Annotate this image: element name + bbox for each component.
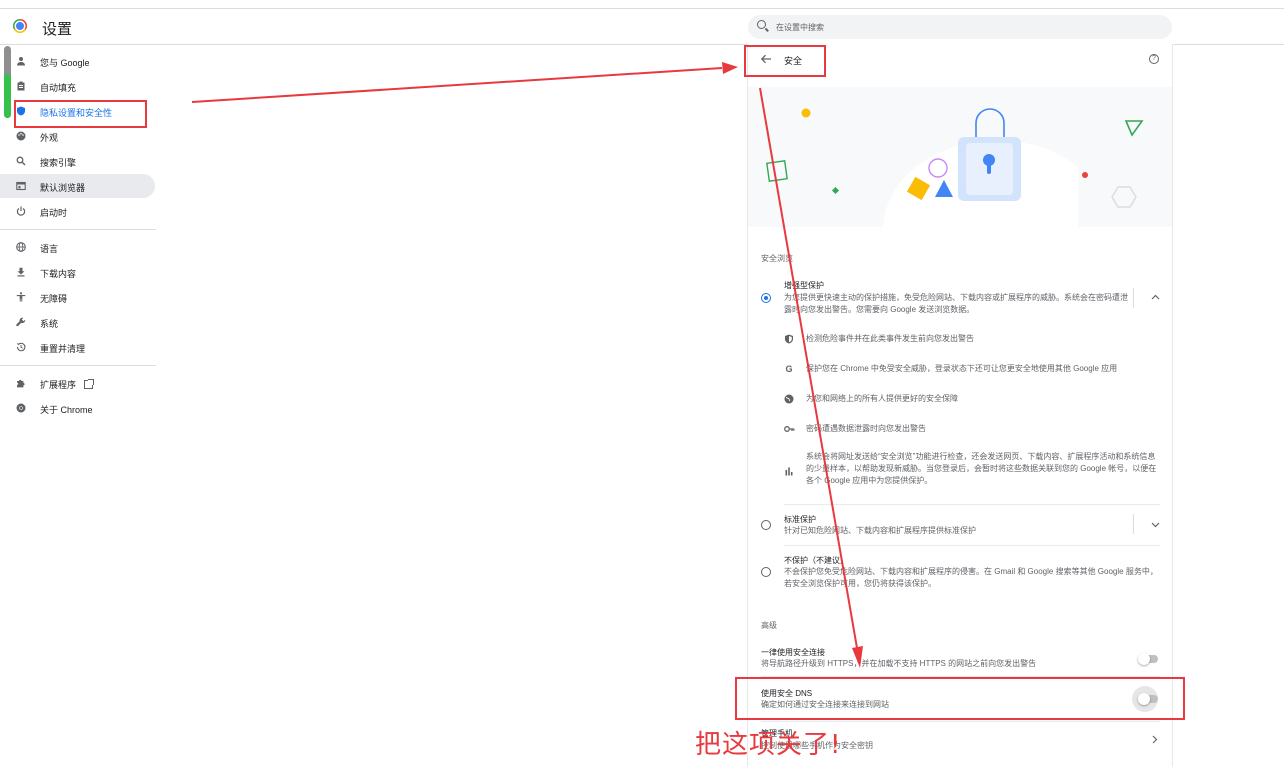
sidebar-divider <box>0 229 156 230</box>
sidebar-item-languages[interactable]: 语言 <box>0 235 155 259</box>
sidebar-item-label: 关于 Chrome <box>40 405 93 415</box>
sidebar-item-you-and-google[interactable]: 您与 Google <box>0 49 155 73</box>
sidebar-item-system[interactable]: 系统 <box>0 310 155 334</box>
sidebar-item-label: 系统 <box>40 319 59 329</box>
puzzle-icon <box>16 378 26 388</box>
sidebar-item-autofill[interactable]: 自动填充 <box>0 74 155 98</box>
divider <box>761 721 1160 722</box>
sidebar-item-reset[interactable]: 重置并清理 <box>0 335 155 359</box>
feature-text: 保护您在 Chrome 中免受安全威胁，登录状态下还可让您更安全地使用其他 Go… <box>806 364 1118 373</box>
sidebar-item-label: 启动时 <box>40 208 68 218</box>
https-setting-desc: 将导航路径升级到 HTTPS，并在加载不支持 HTTPS 的网站之前向您发出警告 <box>761 659 1037 668</box>
settings-header: 设置 <box>0 9 1284 45</box>
sidebar-item-on-startup[interactable]: 启动时 <box>0 199 155 223</box>
restore-icon <box>16 342 26 352</box>
wrench-icon <box>16 317 26 327</box>
download-icon <box>16 267 26 277</box>
sidebar-item-label: 您与 Google <box>40 58 90 68</box>
sidebar-item-label: 扩展程序 <box>40 380 77 390</box>
security-illustration <box>748 87 1172 227</box>
help-icon[interactable]: ? <box>1149 54 1159 64</box>
clipboard-icon <box>16 81 26 91</box>
page-title: 设置 <box>42 21 73 38</box>
annotation-box-secure-dns <box>735 677 1185 720</box>
chevron-up-icon[interactable] <box>1151 292 1160 302</box>
divider <box>1133 514 1134 534</box>
sidebar-item-label: 无障碍 <box>40 294 68 304</box>
sidebar-item-label: 外观 <box>40 133 59 143</box>
shield-icon <box>784 334 794 344</box>
annotation-arrow-line <box>191 67 723 103</box>
https-toggle[interactable] <box>1138 653 1158 665</box>
sidebar-item-downloads[interactable]: 下载内容 <box>0 260 155 284</box>
sidebar-item-label: 自动填充 <box>40 83 77 93</box>
sidebar-item-label: 默认浏览器 <box>40 183 86 193</box>
no-protection-desc: 不会保护您免受危险网站、下载内容和扩展程序的侵害。在 Gmail 和 Googl… <box>784 567 1158 588</box>
annotation-arrowhead <box>722 62 738 74</box>
advanced-section-label: 高级 <box>761 621 777 630</box>
key-icon <box>784 424 795 434</box>
sidebar-item-default-browser[interactable]: 默认浏览器 <box>0 174 155 198</box>
https-setting-title: 一律使用安全连接 <box>761 648 825 657</box>
sidebar-divider <box>0 365 156 366</box>
bar-chart-icon <box>784 466 794 476</box>
annotation-box-security-title <box>744 45 826 77</box>
chevron-right-icon[interactable] <box>1152 735 1158 746</box>
search-input[interactable] <box>776 18 1156 36</box>
chevron-down-icon[interactable] <box>1151 520 1160 530</box>
sidebar-item-label: 重置并清理 <box>40 344 86 354</box>
accessibility-icon <box>16 292 26 302</box>
divider <box>784 545 1160 546</box>
sidebar-item-extensions[interactable]: 扩展程序 <box>0 371 155 395</box>
person-icon <box>16 56 26 66</box>
settings-search-box[interactable] <box>748 15 1172 39</box>
divider <box>1133 288 1134 308</box>
sidebar-item-label: 语言 <box>40 244 59 254</box>
sidebar-item-label: 搜索引擎 <box>40 158 77 168</box>
browser-icon <box>16 181 26 191</box>
security-settings-panel: 安全 ? 安全浏览 增强型保护 为您提供更快速主动的保护措施，免受危险网站、下载… <box>747 44 1173 767</box>
sidebar-item-label-wrap: 扩展程序 <box>40 378 95 391</box>
standard-protection-radio[interactable] <box>761 520 771 530</box>
open-in-new-icon <box>84 379 95 389</box>
divider <box>784 504 1160 505</box>
annotation-box-privacy <box>14 100 147 128</box>
feature-text: 为您和网络上的所有人提供更好的安全保障 <box>806 394 958 403</box>
chrome-icon <box>16 403 26 413</box>
power-icon <box>16 206 26 216</box>
palette-icon <box>16 131 26 141</box>
globe-icon <box>784 394 794 404</box>
no-protection-radio[interactable] <box>761 567 771 577</box>
sidebar-item-search-engine[interactable]: 搜索引擎 <box>0 149 155 173</box>
sidebar-item-label: 下载内容 <box>40 269 77 279</box>
search-icon <box>16 156 26 166</box>
feature-text: 检测危险事件并在此类事件发生前向您发出警告 <box>806 334 974 343</box>
sidebar-item-accessibility[interactable]: 无障碍 <box>0 285 155 309</box>
feature-text: 系统会将网址发送给“安全浏览”功能进行检查，还会发送网页、下载内容、扩展程序活动… <box>806 452 1157 485</box>
sidebar-item-about-chrome[interactable]: 关于 Chrome <box>0 396 155 420</box>
enhanced-protection-desc: 为您提供更快速主动的保护措施，免受危险网站、下载内容或扩展程序的威胁。系统会在密… <box>784 293 1128 314</box>
enhanced-protection-title: 增强型保护 <box>784 281 824 290</box>
standard-protection-title: 标准保护 <box>784 515 816 524</box>
chrome-logo-icon <box>13 19 27 33</box>
no-protection-title: 不保护（不建议） <box>784 556 848 565</box>
search-icon <box>757 20 766 29</box>
globe-icon <box>16 242 26 252</box>
enhanced-protection-radio[interactable] <box>761 293 771 303</box>
annotation-text: 把这项关了! <box>695 730 842 760</box>
feature-text: 密码遭遇数据泄露时向您发出警告 <box>806 424 926 433</box>
safe-browsing-section-label: 安全浏览 <box>761 254 793 263</box>
standard-protection-desc: 针对已知危险网站、下载内容和扩展程序提供标准保护 <box>784 526 976 535</box>
google-g-icon: G <box>785 364 793 374</box>
